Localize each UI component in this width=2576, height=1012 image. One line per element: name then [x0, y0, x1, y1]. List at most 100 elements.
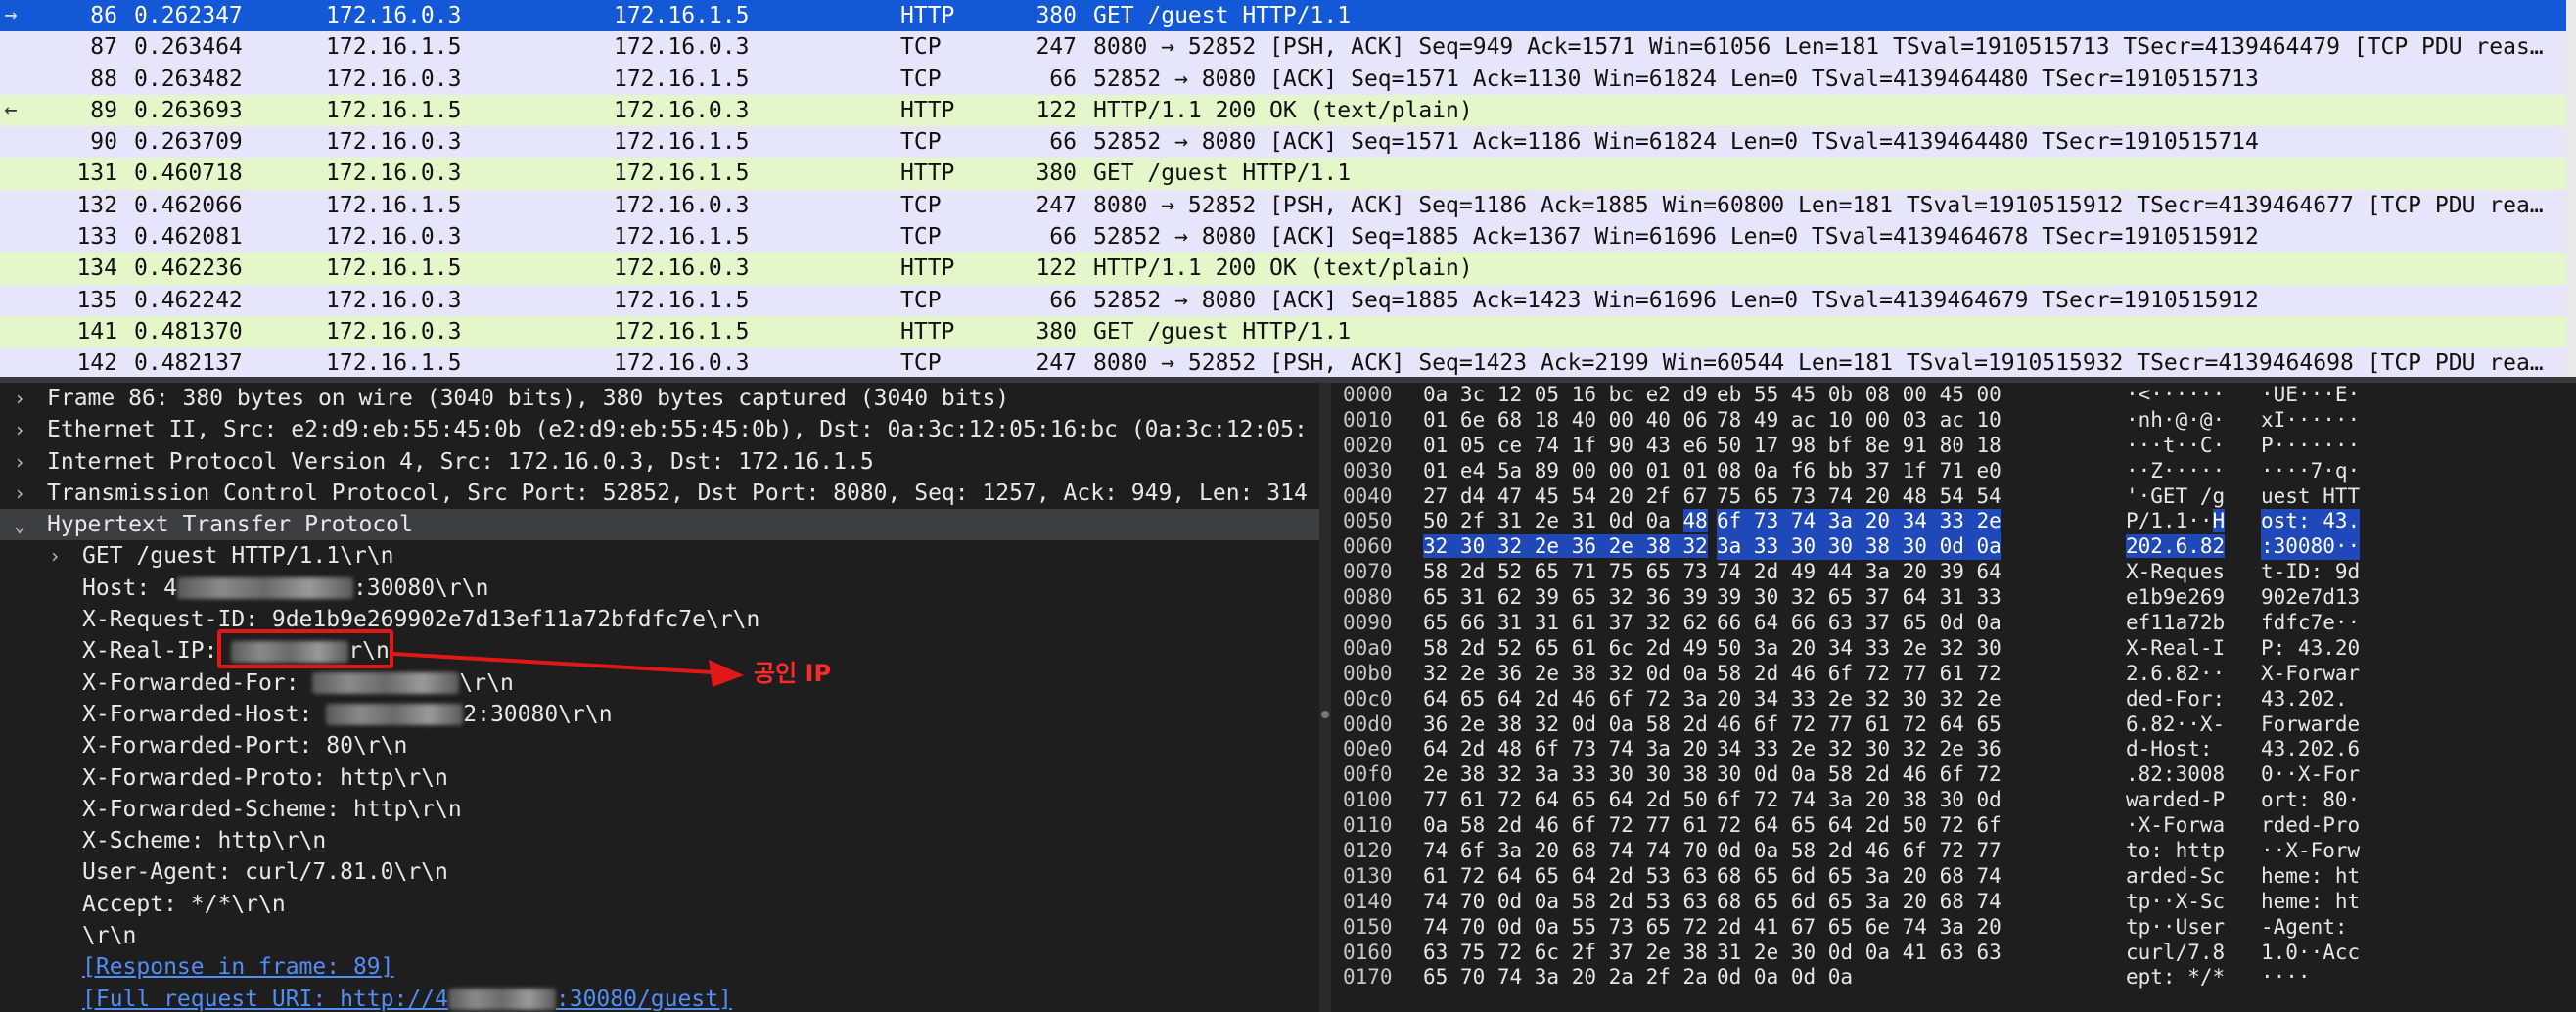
- hex-row[interactable]: 0150 74 70 0d 0a 55 73 65 72 2d 41 67 65 6…: [1331, 915, 2576, 941]
- hex-bytes[interactable]: 66 64 66 63 37 65 0d 0a: [1717, 611, 2001, 636]
- hex-bytes[interactable]: eb 55 45 0b 08 00 45 00: [1717, 383, 2001, 408]
- ascii-bytes[interactable]: ept: */*: [2126, 965, 2225, 990]
- ascii-bytes[interactable]: warded-P: [2126, 788, 2225, 813]
- http-request-line[interactable]: › GET /guest HTTP/1.1\r\n: [0, 540, 1319, 572]
- hex-bytes[interactable]: 36 2e 38 32 0d 0a 58 2d: [1423, 713, 1708, 738]
- packet-details[interactable]: › Frame 86: 380 bytes on wire (3040 bits)…: [0, 383, 1319, 1012]
- collapse-caret-icon[interactable]: ⌄: [14, 509, 25, 540]
- hex-bytes[interactable]: 75 65 73 74 20 48 54 54: [1717, 484, 2001, 510]
- hex-bytes[interactable]: 61 72 64 65 64 2d 53 63: [1423, 864, 1708, 890]
- hex-bytes[interactable]: 65 70 74 3a 20 2a 2f 2a: [1423, 965, 1708, 990]
- hex-row[interactable]: 0070 58 2d 52 65 71 75 65 73 74 2d 49 44 3…: [1331, 560, 2576, 585]
- hex-bytes[interactable]: 32 30 32 2e 36 2e 38 32: [1423, 534, 1708, 560]
- packet-row[interactable]: 142 0.482137 172.16.1.5 172.16.0.3 TCP 247 808…: [0, 347, 2576, 377]
- ascii-bytes[interactable]: 0··X-For: [2261, 762, 2360, 788]
- hex-bytes[interactable]: 74 70 0d 0a 58 2d 53 63: [1423, 890, 1708, 915]
- ascii-bytes[interactable]: ·UE···E·: [2261, 383, 2360, 408]
- hex-row[interactable]: 0090 65 66 31 31 61 37 32 62 66 64 66 63 3…: [1331, 611, 2576, 636]
- ascii-bytes[interactable]: ····7·q·: [2261, 459, 2360, 484]
- expand-caret-icon[interactable]: ›: [14, 446, 25, 478]
- hex-bytes[interactable]: 58 2d 52 65 61 6c 2d 49: [1423, 636, 1708, 662]
- ascii-bytes[interactable]: ·<······: [2126, 383, 2225, 408]
- hex-bytes[interactable]: 50 17 98 bf 8e 91 80 18: [1717, 434, 2001, 459]
- ascii-bytes[interactable]: arded-Sc: [2126, 864, 2225, 890]
- ascii-bytes[interactable]: 902e7d13: [2261, 585, 2360, 611]
- hex-row[interactable]: 0140 74 70 0d 0a 58 2d 53 63 68 65 6d 65 3…: [1331, 890, 2576, 915]
- packet-row[interactable]: 89 0.263693 172.16.1.5 172.16.0.3 HTTP 122 HTT…: [0, 94, 2576, 127]
- ascii-bytes[interactable]: ef11a72b: [2126, 611, 2225, 636]
- hex-bytes[interactable]: 0d 0a 58 2d 46 6f 72 77: [1717, 839, 2001, 864]
- ascii-bytes[interactable]: :30080··: [2261, 534, 2361, 561]
- hex-row[interactable]: 0010 01 6e 68 18 40 00 40 06 78 49 ac 10 0…: [1331, 408, 2576, 434]
- ascii-bytes[interactable]: ···t··C·: [2126, 434, 2225, 459]
- ascii-bytes[interactable]: t-ID: 9d: [2261, 560, 2360, 585]
- ascii-bytes[interactable]: X-Forwar: [2261, 662, 2360, 687]
- ascii-bytes[interactable]: ost: 43.: [2261, 509, 2361, 535]
- hex-bytes[interactable]: 0a 3c 12 05 16 bc e2 d9: [1423, 383, 1708, 408]
- packet-list[interactable]: 86 0.262347 172.16.0.3 172.16.1.5 HTTP 380 GET…: [0, 0, 2576, 377]
- hex-row[interactable]: 00f0 2e 38 32 3a 33 30 30 38 30 0d 0a 58 2…: [1331, 762, 2576, 788]
- expand-caret-icon[interactable]: ›: [14, 383, 25, 414]
- hex-row[interactable]: 00d0 36 2e 38 32 0d 0a 58 2d 46 6f 72 77 6…: [1331, 713, 2576, 738]
- hex-bytes[interactable]: 46 6f 72 77 61 72 64 65: [1717, 713, 2001, 738]
- packet-row[interactable]: 87 0.263464 172.16.1.5 172.16.0.3 TCP 247 8080…: [0, 31, 2576, 64]
- hex-bytes[interactable]: 74 6f 3a 20 68 74 74 70: [1423, 839, 1708, 864]
- http-accept[interactable]: Accept: */*\r\n: [0, 889, 1319, 920]
- packet-row[interactable]: 90 0.263709 172.16.0.3 172.16.1.5 TCP 66 52852…: [0, 126, 2576, 159]
- hex-bytes[interactable]: 32 2e 36 2e 38 32 0d 0a: [1423, 662, 1708, 687]
- ascii-bytes[interactable]: P·······: [2261, 434, 2360, 459]
- ascii-bytes[interactable]: to: http: [2126, 839, 2225, 864]
- hex-bytes[interactable]: 30 0d 0a 58 2d 46 6f 72: [1717, 762, 2001, 788]
- hex-bytes[interactable]: 2d 41 67 65 6e 74 3a 20: [1717, 915, 2001, 941]
- ascii-bytes[interactable]: ····: [2261, 965, 2311, 990]
- ascii-bytes[interactable]: P: 43.20: [2261, 636, 2360, 662]
- http-x-forwarded-proto[interactable]: X-Forwarded-Proto: http\r\n: [0, 762, 1319, 794]
- expand-caret-icon[interactable]: ›: [14, 478, 25, 509]
- ascii-bytes[interactable]: 6.82··X-: [2126, 713, 2225, 738]
- ascii-bytes[interactable]: ··Z·····: [2126, 459, 2225, 484]
- http-end-of-headers[interactable]: \r\n: [0, 920, 1319, 951]
- ascii-bytes[interactable]: curl/7.8: [2126, 941, 2225, 966]
- hex-bytes[interactable]: 68 65 6d 65 3a 20 68 74: [1717, 890, 2001, 915]
- hex-row[interactable]: 0040 27 d4 47 45 54 20 2f 67 75 65 73 74 2…: [1331, 484, 2576, 510]
- ascii-bytes[interactable]: ded-For:: [2126, 687, 2225, 713]
- hex-row[interactable]: 0170 65 70 74 3a 20 2a 2f 2a 0d 0a 0d 0a ep…: [1331, 965, 2576, 990]
- ascii-bytes[interactable]: 1.0··Acc: [2261, 941, 2360, 966]
- hex-bytes[interactable]: 64 2d 48 6f 73 74 3a 20: [1423, 737, 1708, 762]
- hex-bytes[interactable]: 68 65 6d 65 3a 20 68 74: [1717, 864, 2001, 890]
- hex-bytes[interactable]: 74 2d 49 44 3a 20 39 64: [1717, 560, 2001, 585]
- hex-row[interactable]: 0130 61 72 64 65 64 2d 53 63 68 65 6d 65 3…: [1331, 864, 2576, 890]
- splitter-handle-icon[interactable]: [1321, 711, 1329, 718]
- hex-bytes[interactable]: 50 3a 20 34 33 2e 32 30: [1717, 636, 2001, 662]
- hex-bytes[interactable]: 01 e4 5a 89 00 00 01 01: [1423, 459, 1708, 484]
- ascii-bytes[interactable]: e1b9e269: [2126, 585, 2225, 611]
- ascii-bytes[interactable]: uest HTT: [2261, 484, 2360, 510]
- ascii-bytes[interactable]: ··X-Forw: [2261, 839, 2360, 864]
- hex-row[interactable]: 00b0 32 2e 36 2e 38 32 0d 0a 58 2d 46 6f 7…: [1331, 662, 2576, 687]
- hex-bytes[interactable]: 77 61 72 64 65 64 2d 50: [1423, 788, 1708, 813]
- detail-tree-item[interactable]: › Ethernet II, Src: e2:d9:eb:55:45:0b (e2…: [0, 414, 1319, 445]
- ascii-bytes[interactable]: tp··X-Sc: [2126, 890, 2225, 915]
- hex-row[interactable]: 0050 50 2f 31 2e 31 0d 0a 48 6f 73 74 3a 2…: [1331, 509, 2576, 535]
- hex-bytes[interactable]: 65 66 31 31 61 37 32 62: [1423, 611, 1708, 636]
- ascii-bytes[interactable]: 2.6.82··: [2126, 662, 2225, 687]
- hex-bytes[interactable]: 3a 33 30 30 38 30 0d 0a: [1717, 534, 2001, 561]
- detail-tree-item[interactable]: › Frame 86: 380 bytes on wire (3040 bits)…: [0, 383, 1319, 414]
- hex-bytes[interactable]: 0a 58 2d 46 6f 72 77 61: [1423, 813, 1708, 839]
- hex-row[interactable]: 0100 77 61 72 64 65 64 2d 50 6f 72 74 3a 2…: [1331, 788, 2576, 813]
- expand-caret-icon[interactable]: ›: [49, 540, 61, 572]
- hex-bytes[interactable]: 01 6e 68 18 40 00 40 06: [1423, 408, 1708, 434]
- ascii-bytes[interactable]: 43.202.6: [2261, 737, 2360, 762]
- ascii-bytes[interactable]: ·nh·@·@·: [2126, 408, 2225, 434]
- ascii-bytes[interactable]: X-Real-I: [2126, 636, 2225, 662]
- packet-bytes[interactable]: 0000 0a 3c 12 05 16 bc e2 d9 eb 55 45 0b 0…: [1331, 383, 2576, 1012]
- http-user-agent[interactable]: User-Agent: curl/7.81.0\r\n: [0, 856, 1319, 888]
- ascii-bytes[interactable]: ·X-Forwa: [2126, 813, 2225, 839]
- hex-bytes[interactable]: 72 64 65 64 2d 50 72 6f: [1717, 813, 2001, 839]
- packet-row[interactable]: 135 0.462242 172.16.0.3 172.16.1.5 TCP 66 5285…: [0, 284, 2576, 316]
- hex-bytes[interactable]: 58 2d 46 6f 72 77 61 72: [1717, 662, 2001, 687]
- hex-bytes[interactable]: 2e 38 32 3a 33 30 30 38: [1423, 762, 1708, 788]
- packet-row[interactable]: 133 0.462081 172.16.0.3 172.16.1.5 TCP 66 5285…: [0, 221, 2576, 253]
- ascii-bytes[interactable]: heme: ht: [2261, 890, 2360, 915]
- hex-bytes[interactable]: 63 75 72 6c 2f 37 2e 38: [1423, 941, 1708, 966]
